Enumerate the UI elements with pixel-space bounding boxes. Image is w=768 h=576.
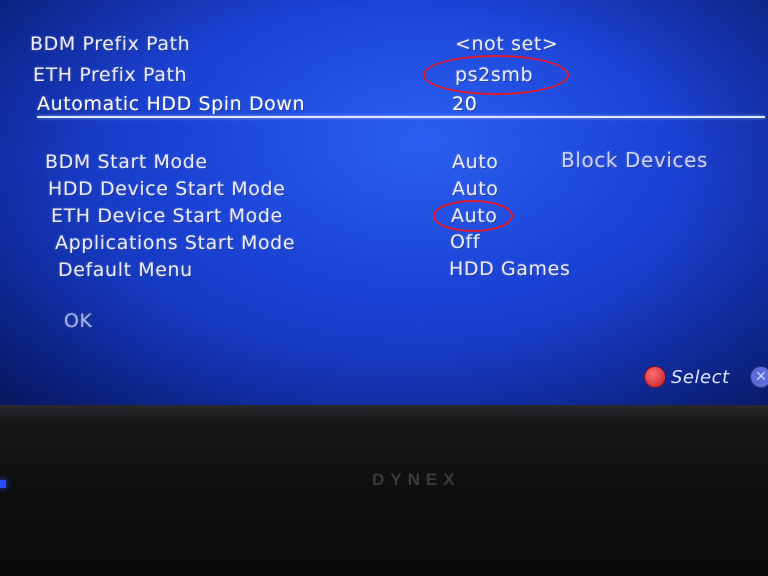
setting-value-hdd-device-start-mode[interactable]: Auto [452,178,499,200]
tv-bezel [0,405,768,576]
setting-label-applications-start-mode[interactable]: Applications Start Mode [55,232,295,254]
setting-label-bdm-prefix-path[interactable]: BDM Prefix Path [30,33,190,55]
tv-screen: BDM Prefix Path <not set> ETH Prefix Pat… [0,0,768,405]
setting-value-default-menu[interactable]: HDD Games [449,258,570,280]
setting-value-bdm-prefix-path[interactable]: <not set> [455,33,558,55]
ok-button[interactable]: OK [64,310,93,332]
setting-label-bdm-start-mode[interactable]: BDM Start Mode [45,151,208,173]
setting-label-default-menu[interactable]: Default Menu [58,259,193,281]
setting-value-applications-start-mode[interactable]: Off [450,231,480,253]
select-control[interactable]: Select [644,366,730,388]
circle-button-icon [644,366,666,388]
setting-label-automatic-hdd-spin-down[interactable]: Automatic HDD Spin Down [37,93,305,115]
brand-logo: DYNEX [372,470,461,489]
power-led [0,480,6,488]
selection-underline [37,116,765,118]
block-devices-hint: Block Devices [561,148,709,172]
setting-label-eth-device-start-mode[interactable]: ETH Device Start Mode [51,205,283,227]
screen-vignette [0,0,768,405]
setting-value-automatic-hdd-spin-down[interactable]: 20 [452,93,477,115]
select-label: Select [671,366,730,388]
tv-bezel-top [0,405,768,425]
setting-label-hdd-device-start-mode[interactable]: HDD Device Start Mode [48,178,285,200]
cross-button-icon[interactable]: ✕ [750,366,768,388]
setting-label-eth-prefix-path[interactable]: ETH Prefix Path [33,64,187,86]
setting-value-bdm-start-mode[interactable]: Auto [452,151,499,173]
annotation-circle-eth-start-mode [433,200,513,232]
annotation-circle-eth-prefix [423,55,569,95]
